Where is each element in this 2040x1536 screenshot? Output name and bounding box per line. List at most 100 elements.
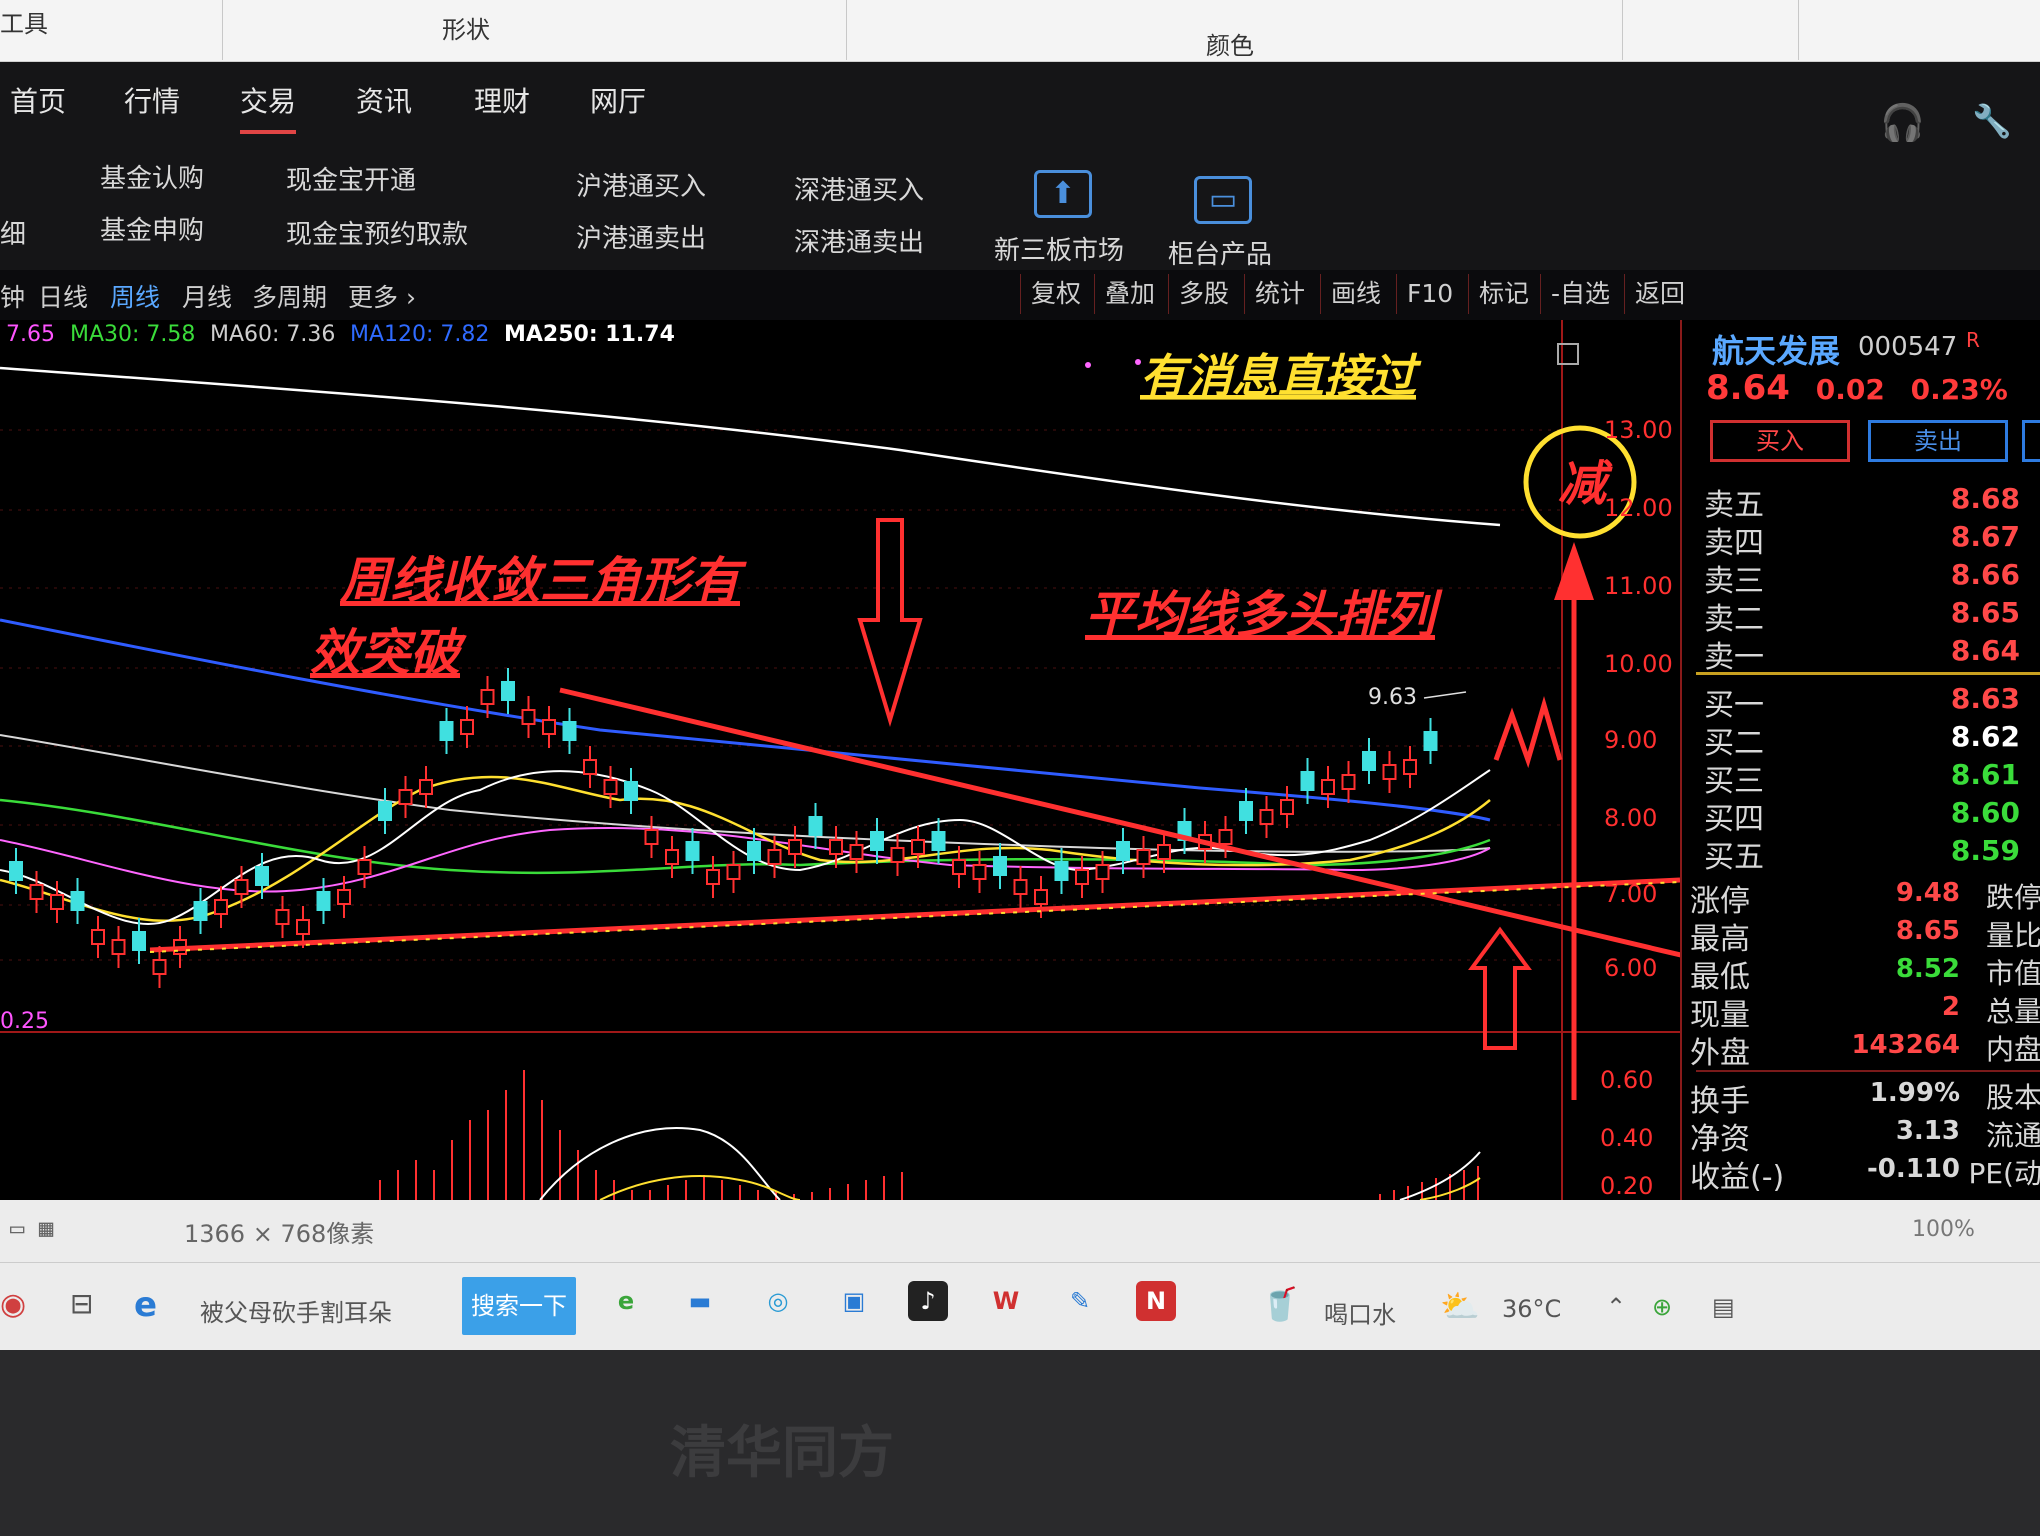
wrench-icon[interactable]: 🔧: [1972, 102, 2012, 140]
bid-price: 8.63: [1950, 682, 2020, 715]
tool-restore-rights[interactable]: 复权: [1020, 274, 1091, 314]
ask-price: 8.68: [1950, 482, 2020, 515]
paint-icon[interactable]: ✎: [1060, 1281, 1100, 1321]
field-extra: PE(动: [1968, 1157, 2040, 1190]
briefcase-icon[interactable]: ▭: [1194, 176, 1252, 224]
weather-icon[interactable]: ⛅: [1440, 1287, 1480, 1325]
nav-tab-trade[interactable]: 交易: [240, 80, 297, 134]
nav-tab-finance[interactable]: 理财: [474, 80, 530, 120]
candle-body: [1403, 759, 1417, 775]
candle-body: [706, 869, 720, 885]
price-tick: 9.00: [1604, 726, 1657, 754]
ask-row: 卖四 8.67: [1696, 518, 2040, 561]
cash-withdraw-link[interactable]: 现金宝预约取款: [286, 214, 468, 251]
buy-button[interactable]: 买入: [1710, 420, 1850, 462]
browser-tab-title[interactable]: 被父母砍手割耳朵: [200, 1293, 392, 1328]
settings-app-icon[interactable]: ◎: [758, 1281, 798, 1321]
chevron-up-icon[interactable]: ⌃: [1606, 1293, 1626, 1321]
period-monthly[interactable]: 月线: [182, 278, 232, 314]
wps-icon[interactable]: W: [986, 1281, 1026, 1321]
field-row: 收益(-) -0.110 PE(动: [1682, 1152, 2040, 1195]
szhk-sell-link[interactable]: 深港通卖出: [794, 222, 924, 259]
weather-temp[interactable]: 36°C: [1502, 1295, 1561, 1323]
drink-reminder-icon[interactable]: 🥤: [1260, 1285, 1300, 1323]
headset-icon[interactable]: 🎧: [1880, 102, 1925, 144]
candle-body: [91, 929, 105, 945]
candle-body: [1116, 841, 1130, 861]
ribbon-shape-label[interactable]: 形状: [442, 10, 490, 45]
breakout-arrow-head-icon: [1554, 542, 1594, 600]
bid-row: 买二 8.62: [1696, 718, 2040, 761]
ma-legend-ma20: 7.65: [6, 322, 55, 347]
tool-overlay[interactable]: 叠加: [1094, 274, 1165, 314]
tiktok-icon[interactable]: ♪: [908, 1281, 948, 1321]
marker-dot: [1135, 359, 1141, 365]
kline-chart[interactable]: 减 有消息直接过 周线收敛三角形有 效突破 平均线多头排列 9.63 13.00…: [0, 320, 1680, 1200]
ie-browser-icon[interactable]: e: [134, 1285, 157, 1325]
candle-body: [214, 899, 228, 915]
upload-icon[interactable]: ⬆: [1034, 170, 1092, 218]
price-axis: 13.00 12.00 11.00 10.00 9.00 8.00 7.00 6…: [1604, 416, 1673, 982]
tool-f10[interactable]: F10: [1396, 274, 1463, 314]
tool-watchlist[interactable]: -自选: [1540, 274, 1620, 314]
photos-icon[interactable]: ▣: [834, 1281, 874, 1321]
candle-body: [685, 841, 700, 861]
fund-subscribe-link[interactable]: 基金认购: [100, 158, 204, 195]
ribbon-tools-label[interactable]: 工具: [0, 4, 48, 39]
folder-icon[interactable]: ▬: [680, 1281, 720, 1321]
kline-chart-area[interactable]: 减 有消息直接过 周线收敛三角形有 效突破 平均线多头排列 9.63 13.00…: [0, 320, 1680, 1200]
task-view-icon[interactable]: ⊟: [70, 1287, 93, 1320]
start-icon[interactable]: ◉: [0, 1287, 26, 1322]
stock-code: 000547: [1858, 332, 1958, 362]
szhk-buy-link[interactable]: 深港通买入: [794, 170, 924, 207]
counter-product-link[interactable]: 柜台产品: [1168, 234, 1272, 271]
nav-tab-home[interactable]: 首页: [10, 80, 66, 120]
candle-body: [952, 859, 966, 875]
browser-e-icon[interactable]: e: [606, 1281, 646, 1321]
monitor-bezel: 清华同方: [0, 1350, 2040, 1536]
nav-tab-news[interactable]: 资讯: [356, 80, 412, 120]
ribbon-divider: [846, 0, 847, 60]
tray-app-icon[interactable]: ▤: [1712, 1293, 1735, 1321]
nav-tab-market[interactable]: 行情: [124, 80, 180, 120]
xinsanban-link[interactable]: 新三板市场: [994, 230, 1124, 267]
ask-row: 卖三 8.66: [1696, 556, 2040, 599]
submenu-detail-link[interactable]: 细: [0, 214, 26, 251]
ribbon-divider: [222, 0, 223, 60]
candle-body: [726, 864, 741, 880]
tray-plus-icon[interactable]: ⊕: [1652, 1293, 1672, 1321]
period-weekly[interactable]: 周线: [110, 278, 160, 314]
period-multi[interactable]: 多周期: [252, 278, 327, 314]
sell-button[interactable]: 卖出: [1868, 420, 2008, 462]
shhk-sell-link[interactable]: 沪港通卖出: [576, 218, 706, 255]
zigzag-path: [1493, 696, 1563, 769]
price-tick: 12.00: [1604, 494, 1673, 522]
ma-legend: 7.65 MA30: 7.58 MA60: 7.36 MA120: 7.82 M…: [0, 320, 1680, 350]
order-book-separator: [1696, 672, 2040, 675]
field-value: 143264: [1851, 1030, 1960, 1060]
tonghuashun-icon[interactable]: N: [1136, 1281, 1176, 1321]
tool-mark[interactable]: 标记: [1468, 274, 1539, 314]
ribbon-color-label[interactable]: 颜色: [1206, 26, 1254, 61]
candle-body: [972, 864, 987, 880]
search-button[interactable]: 搜索一下: [462, 1277, 576, 1335]
bid-row: 买三 8.61: [1696, 756, 2040, 799]
candle-body: [357, 859, 372, 875]
tool-draw-line[interactable]: 画线: [1320, 274, 1391, 314]
tool-back[interactable]: 返回: [1624, 274, 1695, 314]
shhk-buy-link[interactable]: 沪港通买入: [576, 166, 706, 203]
period-more[interactable]: 更多 ›: [348, 278, 416, 314]
tool-multi-stock[interactable]: 多股: [1168, 274, 1239, 314]
period-minute[interactable]: 钟: [0, 278, 25, 314]
cash-open-link[interactable]: 现金宝开通: [286, 160, 416, 197]
period-daily[interactable]: 日线: [38, 278, 88, 314]
view-mode-icon[interactable]: ▭ ▦: [10, 1214, 53, 1242]
drink-reminder-text[interactable]: 喝口水: [1324, 1295, 1396, 1330]
field-extra: 量比: [1985, 919, 2040, 952]
fund-purchase-link[interactable]: 基金申购: [100, 210, 204, 247]
tool-statistics[interactable]: 统计: [1244, 274, 1315, 314]
ma-legend-ma120: MA120: 7.82: [350, 322, 490, 347]
extra-button[interactable]: [2022, 420, 2040, 462]
nav-tab-hall[interactable]: 网厅: [590, 80, 646, 120]
candle-body: [480, 689, 495, 705]
